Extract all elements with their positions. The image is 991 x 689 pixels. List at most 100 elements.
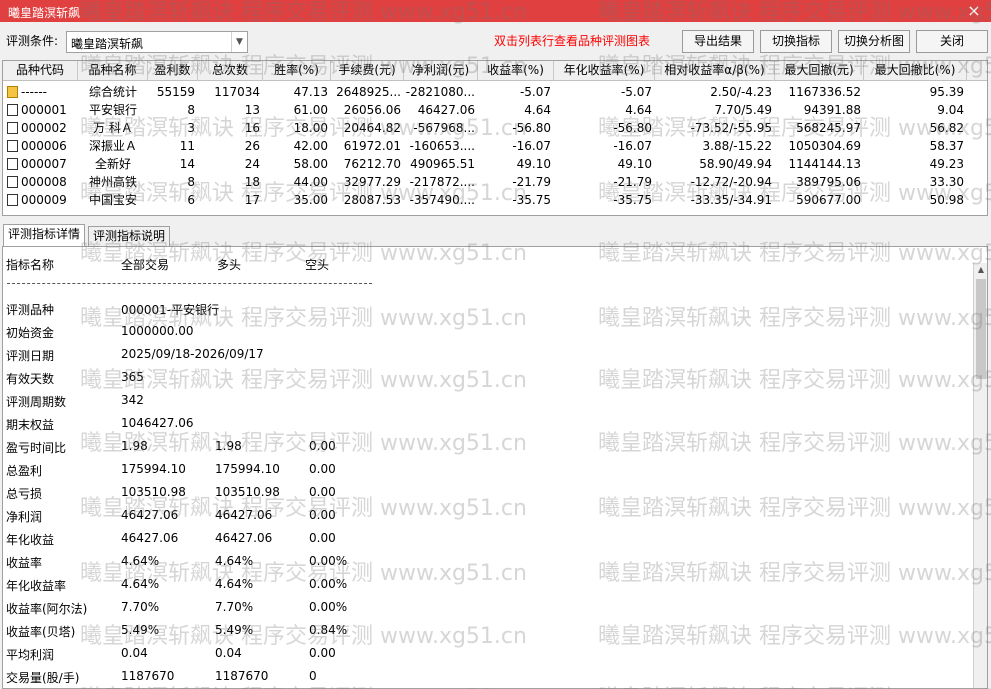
- detail-panel: 指标名称 全部交易 多头 空头 评测品种 000001-平安银行 初始资金 10000…: [2, 246, 988, 689]
- tab-explain[interactable]: 评测指标说明: [88, 226, 171, 246]
- table-row[interactable]: 000009 中国宝安 6 17 35.00 28087.53 -357490.... -35…: [3, 191, 987, 209]
- metric-short: 0.00%: [309, 577, 348, 591]
- cell-total: 26: [244, 139, 260, 153]
- switch-chart-button[interactable]: 切换分析图: [838, 30, 910, 53]
- code-text: 000008: [21, 175, 67, 189]
- cell-total: 17: [244, 193, 260, 207]
- cell-win-rate: 58.00: [293, 157, 328, 171]
- table-row[interactable]: 000002 万 科Ａ 3 16 18.00 20464.82 -567968... -56.…: [3, 119, 987, 137]
- close-button[interactable]: 关闭: [916, 30, 988, 53]
- cell-fee: 28087.53: [343, 193, 401, 207]
- cell-code: 000001: [3, 101, 78, 119]
- info-label: 评测品种: [6, 303, 55, 317]
- metric-long: 1.98: [215, 439, 242, 453]
- header-short: 空头: [305, 258, 330, 272]
- scrollbar-thumb[interactable]: [976, 279, 986, 379]
- close-icon[interactable]: ×: [965, 1, 983, 20]
- export-button[interactable]: 导出结果: [682, 30, 754, 53]
- cell-total: 24: [244, 157, 260, 171]
- metric-label: 平均利润: [6, 648, 55, 662]
- cell-return: -21.79: [512, 175, 551, 189]
- table-header: 品种代码 品种名称 盈利数 总次数 胜率(%) 手续费(元) 净利润(元) 收益…: [3, 61, 987, 81]
- metric-long: 0.04: [215, 646, 242, 660]
- checkbox-icon[interactable]: [7, 176, 18, 188]
- window-title: 曦皇踏溟斩飙: [8, 6, 81, 20]
- metric-long: 5.49%: [215, 623, 254, 637]
- condition-value: 曦皇踏溟斩飙: [71, 37, 144, 51]
- checkbox-icon[interactable]: [7, 104, 18, 116]
- header-name: 指标名称: [6, 258, 55, 272]
- column-header[interactable]: 收益率(%): [478, 61, 554, 81]
- column-header[interactable]: 最大回撤(元): [775, 61, 864, 81]
- cell-relative: 58.90/49.94: [699, 157, 772, 171]
- title-bar: 曦皇踏溟斩飙 ×: [0, 0, 991, 22]
- metric-label: 总亏损: [6, 487, 43, 501]
- cell-wins: 14: [179, 157, 195, 171]
- cell-net-profit: -567968...: [413, 121, 475, 135]
- cell-wins: 11: [179, 139, 195, 153]
- metric-all: 1.98: [121, 439, 148, 453]
- checkbox-icon[interactable]: [7, 122, 18, 134]
- info-value: 2025/09/18-2026/09/17: [121, 347, 264, 361]
- cell-win-rate: 18.00: [293, 121, 328, 135]
- cell-relative: -73.52/-55.95: [690, 121, 772, 135]
- column-header[interactable]: 品种代码: [3, 61, 78, 81]
- cell-code: 000009: [3, 191, 78, 209]
- cell-return: -56.80: [512, 121, 551, 135]
- header-long: 多头: [217, 258, 242, 272]
- column-header[interactable]: 总次数: [198, 61, 263, 81]
- column-header[interactable]: 品种名称: [78, 61, 148, 81]
- checkbox-icon[interactable]: [7, 194, 18, 206]
- column-header[interactable]: 最大回撤比(%): [864, 61, 967, 81]
- metric-all: 175994.10: [121, 462, 186, 476]
- tab-detail[interactable]: 评测指标详情: [3, 224, 86, 246]
- code-text: 000009: [21, 193, 67, 207]
- info-label: 评测周期数: [6, 395, 67, 409]
- cell-relative: -12.72/-20.94: [690, 175, 772, 189]
- column-header[interactable]: 相对收益率α/β(%): [655, 61, 775, 81]
- column-header[interactable]: 年化收益率(%): [554, 61, 655, 81]
- column-header[interactable]: 胜率(%): [263, 61, 331, 81]
- switch-indicator-button[interactable]: 切换指标: [760, 30, 832, 53]
- metric-short: 0.84%: [309, 623, 348, 637]
- metric-long: 7.70%: [215, 600, 254, 614]
- metric-short: 0.00: [309, 531, 336, 545]
- chevron-down-icon[interactable]: ▼: [231, 32, 247, 52]
- condition-select[interactable]: 曦皇踏溟斩飙 ▼: [66, 31, 248, 53]
- cell-annual: -56.80: [613, 121, 652, 135]
- metric-long: 1187670: [215, 669, 269, 683]
- column-header[interactable]: 手续费(元): [331, 61, 404, 81]
- metric-all: 4.64%: [121, 577, 160, 591]
- cell-max-dd: 568245.97: [796, 121, 861, 135]
- cell-net-profit: -2821080...: [405, 85, 475, 99]
- code-text: ------: [21, 85, 47, 99]
- results-table[interactable]: 品种代码 品种名称 盈利数 总次数 胜率(%) 手续费(元) 净利润(元) 收益…: [2, 60, 988, 216]
- table-row[interactable]: 000008 神州高铁 8 18 44.00 32977.29 -217872.... -21…: [3, 173, 987, 191]
- cell-max-dd-pct: 56.82: [929, 121, 964, 135]
- cell-code: 000006: [3, 137, 78, 155]
- info-value: 365: [121, 370, 144, 384]
- cell-wins: 3: [187, 121, 195, 135]
- table-row[interactable]: 000006 深振业Ａ 11 26 42.00 61972.01 -160653.... -1…: [3, 137, 987, 155]
- metric-short: 0: [309, 669, 317, 683]
- checkbox-icon[interactable]: [7, 158, 18, 170]
- scroll-up-icon[interactable]: ▲: [974, 263, 987, 277]
- info-label: 初始资金: [6, 326, 55, 340]
- vertical-scrollbar[interactable]: ▲: [973, 263, 987, 688]
- checkbox-icon[interactable]: [7, 140, 18, 152]
- metric-label: 总盈利: [6, 464, 43, 478]
- metric-long: 46427.06: [215, 531, 273, 545]
- cell-fee: 32977.29: [343, 175, 401, 189]
- metric-all: 5.49%: [121, 623, 160, 637]
- column-header[interactable]: 盈利数: [148, 61, 198, 81]
- cell-win-rate: 61.00: [293, 103, 328, 117]
- column-header[interactable]: 净利润(元): [404, 61, 478, 81]
- metric-label: 年化收益率: [6, 579, 67, 593]
- table-row[interactable]: 000007 全新好 14 24 58.00 76212.70 490965.51 49.10…: [3, 155, 987, 173]
- cell-annual: -16.07: [613, 139, 652, 153]
- table-row[interactable]: 000001 平安银行 8 13 61.00 26056.06 46427.06 4.64 4.…: [3, 101, 987, 119]
- separator: [7, 283, 372, 284]
- cell-code: ------: [3, 83, 78, 101]
- table-row[interactable]: ------ 综合统计 55159 117034 47.13 2648925... -282…: [3, 83, 987, 101]
- info-value: 1046427.06: [121, 416, 194, 430]
